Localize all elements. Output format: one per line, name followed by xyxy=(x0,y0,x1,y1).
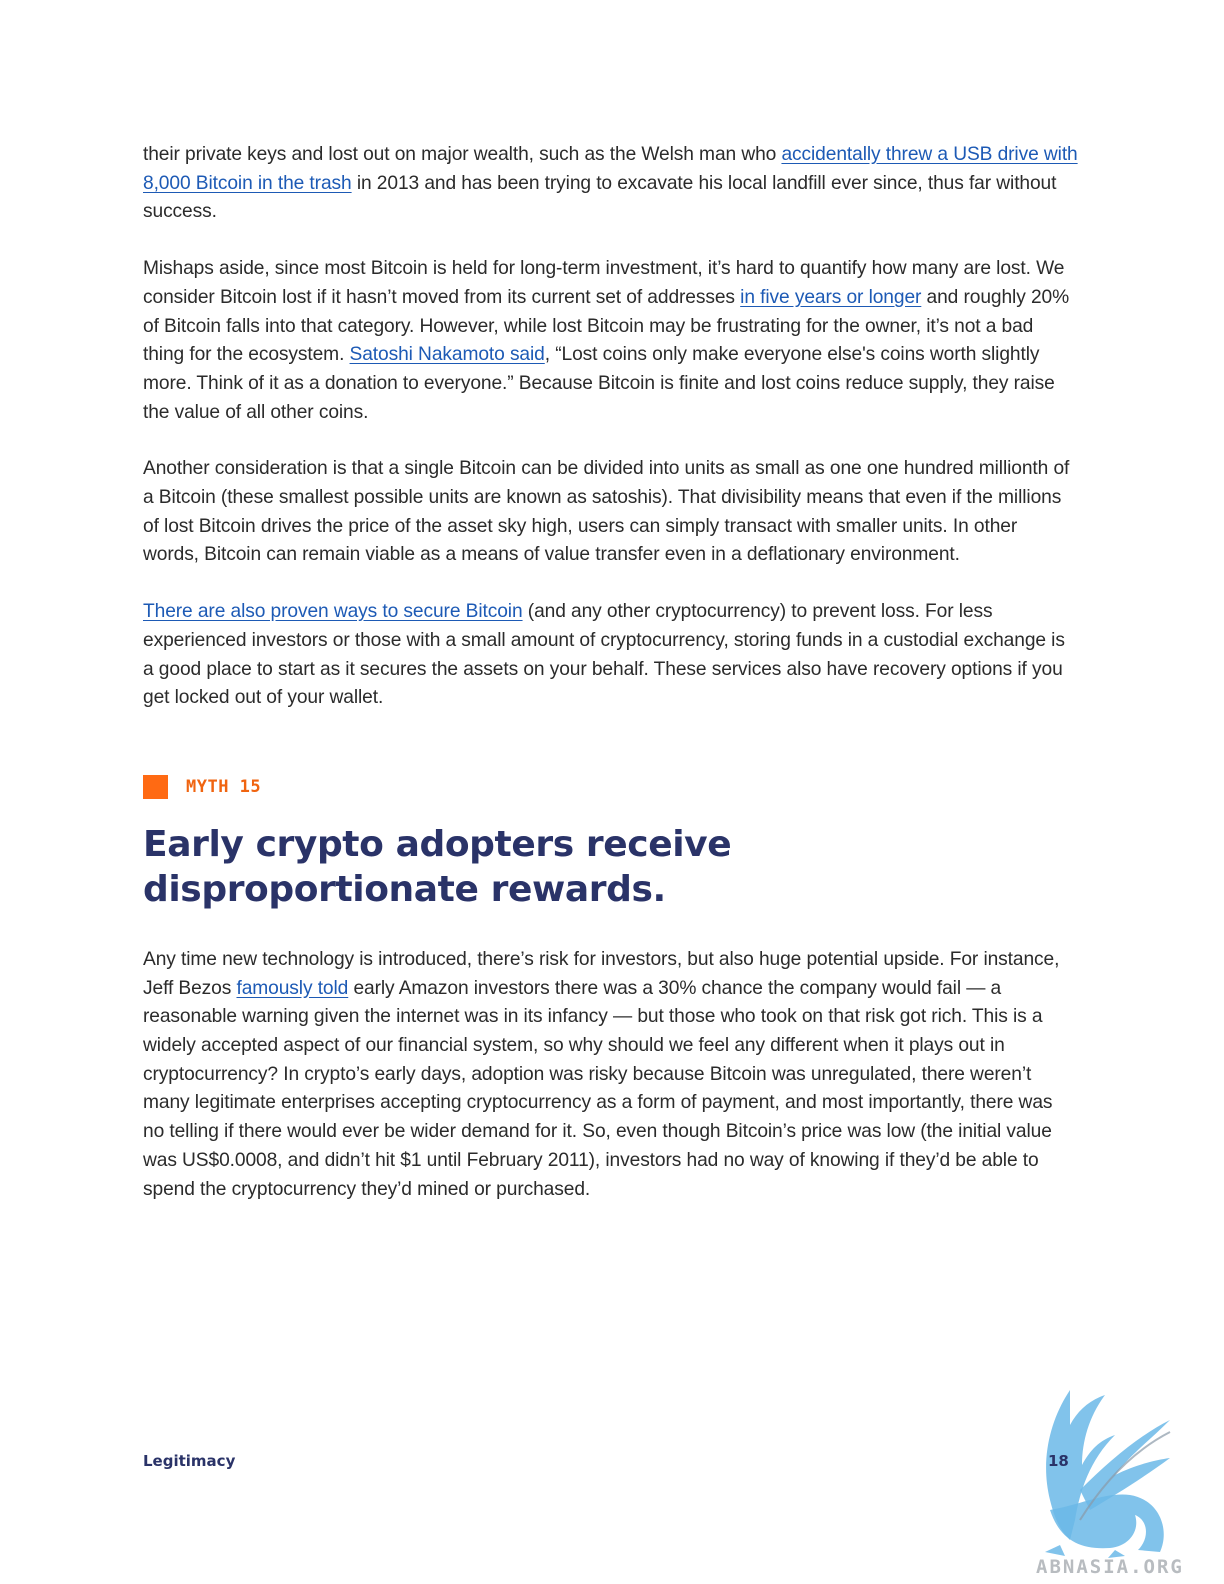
orange-square-icon xyxy=(143,774,168,799)
watermark-text: ABNASIA.ORG xyxy=(1036,1556,1184,1578)
myth-number-label: MYTH 15 xyxy=(186,776,262,797)
page-number: 18 xyxy=(1048,1452,1069,1470)
paragraph-divisibility: Another consideration is that a single B… xyxy=(143,455,1078,570)
footer-section-name: Legitimacy xyxy=(143,1452,236,1470)
paragraph-lost-keys: their private keys and lost out on major… xyxy=(143,141,1078,227)
myth-label-row: MYTH 15 xyxy=(143,774,1078,800)
link-satoshi-said[interactable]: Satoshi Nakamoto said xyxy=(350,344,545,365)
myth-heading: Early crypto adopters receive disproport… xyxy=(143,823,732,910)
paragraph-early-adopters: Any time new technology is introduced, t… xyxy=(143,946,1078,1204)
text-span: Another consideration is that a single B… xyxy=(143,458,1070,566)
griffin-logo-icon xyxy=(1045,1390,1171,1558)
link-secure-bitcoin[interactable]: There are also proven ways to secure Bit… xyxy=(143,601,523,622)
text-span: their private keys and lost out on major… xyxy=(143,144,782,165)
paragraph-mishaps: Mishaps aside, since most Bitcoin is hel… xyxy=(143,255,1078,427)
link-five-years[interactable]: in five years or longer xyxy=(740,287,921,308)
page-content: their private keys and lost out on major… xyxy=(143,141,1078,1232)
text-span: early Amazon investors there was a 30% c… xyxy=(143,977,1053,1200)
paragraph-secure-bitcoin: There are also proven ways to secure Bit… xyxy=(143,598,1078,713)
link-famously-told[interactable]: famously told xyxy=(236,978,348,999)
